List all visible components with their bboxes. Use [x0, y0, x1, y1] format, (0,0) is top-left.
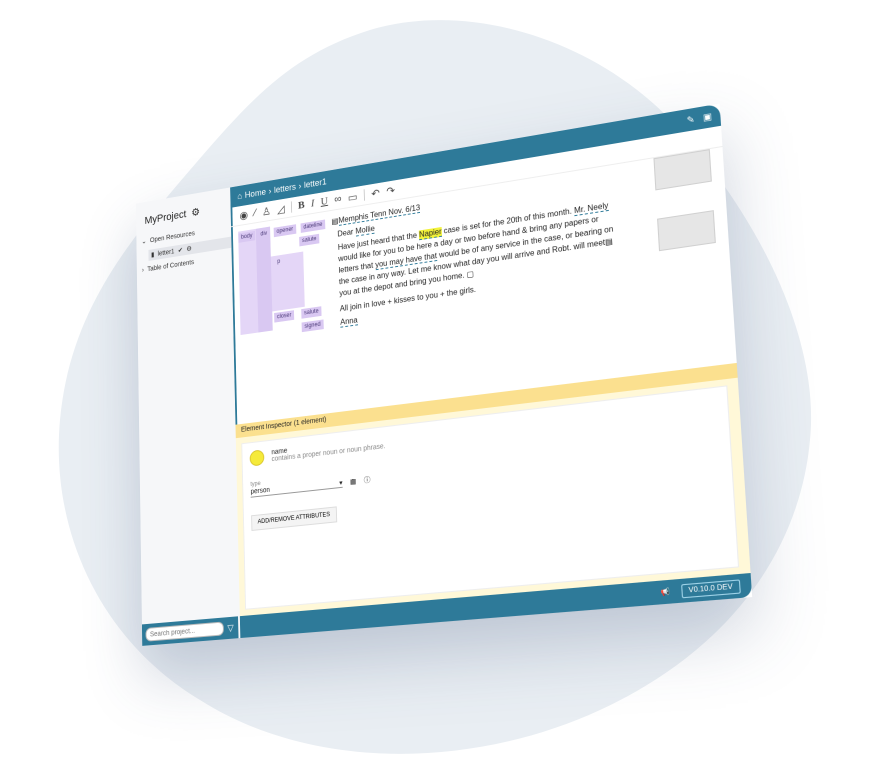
megaphone-icon[interactable]: 📢	[661, 587, 671, 596]
project-tree: ⌄ Open Resources ▮ letter1 ✔ ⚙ › Table o…	[141, 224, 232, 274]
underline-button[interactable]: U	[320, 195, 328, 208]
chevron-right-icon: ›	[141, 267, 144, 274]
undo-button[interactable]: ↶	[371, 186, 380, 200]
eraser-icon[interactable]: ◿	[277, 202, 285, 215]
comment-icon[interactable]: ▢	[464, 269, 474, 279]
breadcrumb-letter1: letter1	[303, 176, 327, 190]
tag-div[interactable]: div	[257, 228, 271, 240]
signed-text[interactable]: Anna	[340, 315, 358, 329]
document-icon: ▤	[331, 216, 339, 227]
info-icon[interactable]: ⓘ	[364, 475, 371, 486]
app-scene: MyProject ⚙ ⌄ Open Resources ▮ letter1 ✔…	[0, 0, 874, 777]
sidebar: MyProject ⚙ ⌄ Open Resources ▮ letter1 ✔…	[135, 187, 243, 646]
save-icon[interactable]: ▣	[703, 111, 713, 124]
bold-button[interactable]: B	[298, 199, 305, 211]
tag-signed[interactable]: signed	[301, 319, 324, 333]
link-icon[interactable]: ∞	[334, 193, 342, 206]
element-color-dot	[249, 449, 265, 467]
element-info: name contains a proper noun or noun phra…	[271, 436, 385, 463]
main-panel: ⌂ Home › letters › letter1 ✎ ▣ ◉ ⁄ ♙ ◿ B…	[230, 103, 753, 639]
search-input[interactable]	[145, 621, 224, 642]
breadcrumb-letters[interactable]: letters	[274, 182, 296, 195]
tag-opener[interactable]: opener	[273, 224, 297, 238]
redo-button[interactable]: ↷	[386, 184, 395, 198]
brush-icon[interactable]: ⁄	[254, 207, 256, 218]
tag-salute-closer[interactable]: salute	[301, 306, 322, 319]
toolbar-divider	[363, 189, 366, 201]
note-icon[interactable]: ▤	[605, 237, 613, 247]
home-icon[interactable]: ⌂	[237, 191, 242, 201]
chevron-down-icon: ⌄	[141, 238, 147, 246]
tag-closer[interactable]: closer	[274, 310, 295, 323]
add-remove-attributes-button[interactable]: ADD/REMOVE ATTRIBUTES	[251, 506, 337, 531]
comment-icon[interactable]: ▭	[348, 190, 358, 204]
stamp-icon[interactable]: ♙	[262, 204, 271, 218]
project-name: MyProject	[144, 208, 187, 227]
list-icon[interactable]: ▦	[350, 477, 356, 486]
italic-button[interactable]: I	[311, 198, 315, 210]
version-badge[interactable]: V0.10.0 DEV	[680, 578, 741, 598]
filter-icon[interactable]: ▽	[227, 622, 234, 633]
gear-icon[interactable]: ⚙	[186, 245, 192, 253]
project-search: ▽	[141, 616, 239, 646]
chevron-right-icon: ›	[298, 180, 302, 191]
check-icon: ✔	[177, 247, 183, 255]
project-header: MyProject ⚙	[145, 200, 231, 226]
breadcrumb-home[interactable]: Home	[245, 187, 266, 200]
top-actions: ✎ ▣	[686, 111, 712, 126]
app-window: MyProject ⚙ ⌄ Open Resources ▮ letter1 ✔…	[135, 103, 753, 646]
caret-down-icon: ▾	[339, 479, 343, 487]
page-image-thumbnail[interactable]	[657, 210, 716, 252]
edit-icon[interactable]: ✎	[686, 113, 695, 125]
book-icon: ▮	[151, 251, 155, 259]
tag-dateline[interactable]: dateline	[300, 219, 326, 233]
div-tag-column	[255, 226, 273, 333]
toolbar-divider	[290, 201, 292, 213]
tag-p[interactable]: p	[274, 257, 283, 268]
gear-icon[interactable]: ⚙	[191, 206, 200, 218]
paint-icon[interactable]: ◉	[239, 208, 248, 222]
tag-salute[interactable]: salute	[299, 233, 320, 247]
chevron-right-icon: ›	[268, 186, 272, 196]
